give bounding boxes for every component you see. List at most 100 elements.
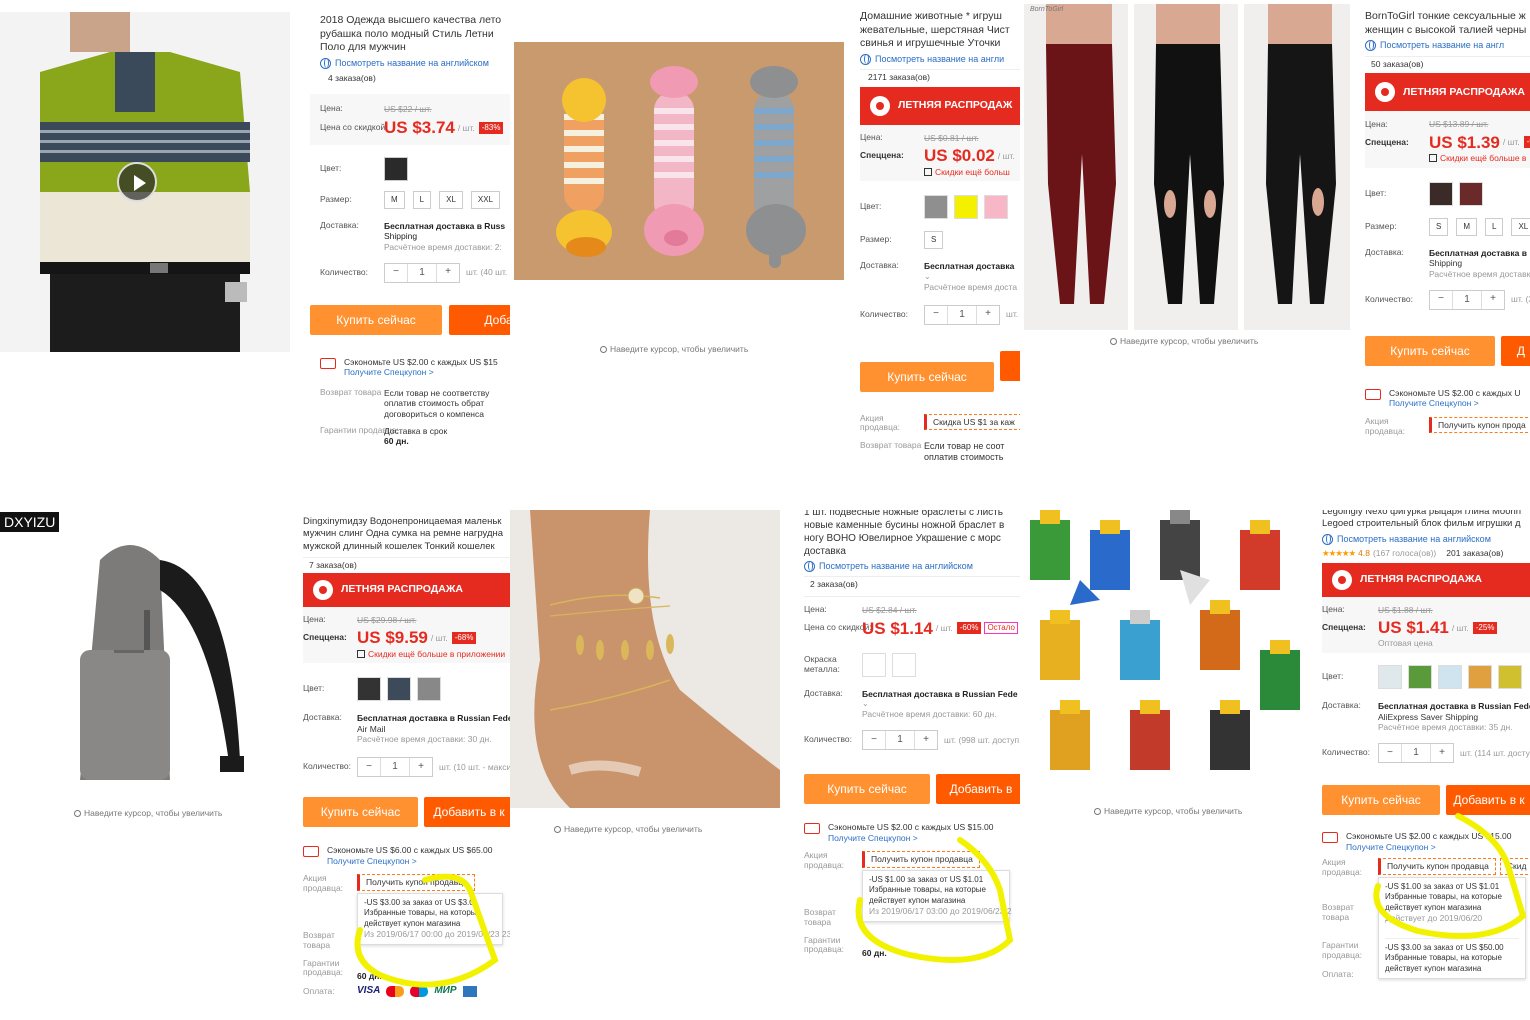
minus-icon[interactable]: −: [358, 761, 380, 774]
get-coupon-link[interactable]: Получите Спецкупон >: [344, 367, 498, 378]
english-title-link[interactable]: Посмотреть название на англ: [1365, 40, 1530, 52]
buy-now-button[interactable]: Купить сейчас: [860, 361, 994, 392]
add-to-cart-button[interactable]: Доба: [448, 304, 510, 335]
delivery-method[interactable]: AliExpress Saver Shipping: [1378, 712, 1530, 723]
plus-icon[interactable]: +: [915, 734, 937, 747]
minus-icon[interactable]: −: [1430, 293, 1452, 306]
add-to-cart-button[interactable]: Добавить в к: [1446, 784, 1530, 815]
get-coupon-link[interactable]: Получите Спецкупон >: [828, 833, 994, 844]
variant-swatch[interactable]: [1498, 665, 1522, 690]
get-coupon-link[interactable]: Получите Спецкупон >: [327, 856, 493, 867]
color-swatch[interactable]: [384, 156, 408, 181]
product-image-anklet[interactable]: [510, 510, 780, 808]
app-discount-note[interactable]: Скидки ещё больш: [924, 167, 1020, 178]
chevron-down-icon[interactable]: ⌄: [862, 699, 1018, 709]
minus-icon[interactable]: −: [863, 734, 885, 747]
color-swatch-pink[interactable]: [984, 195, 1008, 220]
quantity-value[interactable]: 1: [407, 263, 437, 282]
variant-swatch[interactable]: [1438, 665, 1462, 690]
size-option[interactable]: S: [1429, 217, 1449, 236]
size-option[interactable]: L: [1485, 217, 1504, 236]
plus-icon[interactable]: +: [977, 308, 999, 321]
add-to-cart-button[interactable]: Добавить в к: [424, 797, 510, 828]
add-to-cart-button[interactable]: Д: [1501, 335, 1530, 366]
promo-badge[interactable]: Получить купон прода: [1429, 416, 1530, 434]
app-discount-note[interactable]: Скидки ещё больше в приложении: [357, 649, 510, 660]
chevron-down-icon[interactable]: ⌄: [924, 272, 1017, 282]
promo-badge[interactable]: Получить купон продавца: [1378, 858, 1496, 875]
product-image-lego[interactable]: [1020, 510, 1310, 800]
product-image-toys[interactable]: [514, 42, 844, 280]
get-coupon-link[interactable]: Получите Спецкупон >: [1346, 842, 1512, 853]
minus-icon[interactable]: −: [925, 308, 947, 321]
quantity-stepper[interactable]: −1 +: [1429, 289, 1505, 310]
votes-count[interactable]: (167 голоса(ов)): [1373, 548, 1436, 559]
plus-icon[interactable]: +: [1431, 747, 1453, 760]
variant-swatch[interactable]: [1378, 665, 1402, 690]
color-swatch-navy[interactable]: [387, 677, 411, 702]
buy-now-button[interactable]: Купить сейчас: [303, 797, 418, 828]
metal-swatch-silver[interactable]: [892, 652, 916, 677]
size-option[interactable]: M: [1456, 217, 1478, 236]
wholesale-price-link[interactable]: Оптовая цена: [1378, 638, 1530, 649]
buy-now-button[interactable]: Купить сейчас: [1322, 784, 1440, 815]
buy-now-button[interactable]: Купить сейчас: [310, 304, 442, 335]
promo-badge-extra[interactable]: Скид: [1499, 858, 1530, 875]
buy-now-button[interactable]: Купить сейчас: [1365, 335, 1495, 366]
plus-icon[interactable]: +: [1482, 293, 1504, 306]
size-option[interactable]: M: [384, 190, 405, 209]
minus-icon[interactable]: −: [1379, 747, 1401, 760]
buy-now-button[interactable]: Купить сейчас: [804, 774, 930, 804]
quantity-value[interactable]: 1: [1452, 290, 1482, 309]
color-swatch-black[interactable]: [1429, 181, 1453, 206]
size-option[interactable]: L: [412, 190, 432, 209]
coupon-offer: Сэкономьте US $6.00 с каждых US $65.00 По…: [303, 845, 510, 866]
delivery-method[interactable]: Shipping: [1429, 258, 1530, 269]
add-to-cart-button[interactable]: [1000, 350, 1020, 381]
quantity-stepper[interactable]: −1 +: [924, 304, 1000, 325]
english-title-link[interactable]: Посмотреть название на английском: [804, 561, 1020, 573]
play-button[interactable]: [117, 162, 157, 202]
color-swatch-burgundy[interactable]: [1459, 181, 1483, 206]
variant-swatch[interactable]: [1468, 665, 1492, 690]
quantity-stepper[interactable]: −1 +: [357, 757, 433, 778]
product-image-leggings[interactable]: BornToGirl: [1024, 4, 1350, 330]
size-option[interactable]: XL: [439, 190, 463, 209]
quantity-value[interactable]: 1: [947, 305, 977, 324]
color-swatch-yellow[interactable]: [954, 195, 978, 220]
color-swatch-grey[interactable]: [417, 677, 441, 702]
english-title-link[interactable]: Посмотреть название на англи: [860, 54, 1020, 66]
quantity-value[interactable]: 1: [1401, 743, 1431, 762]
amex-icon: [462, 986, 477, 998]
promo-badge[interactable]: Получить купон продавца: [357, 874, 475, 891]
return-label: Возврат товара: [320, 386, 382, 397]
english-title-link[interactable]: Посмотреть название на английском: [1322, 534, 1530, 545]
quantity-value[interactable]: 1: [380, 758, 410, 777]
promo-badge[interactable]: Скидка US $1 за каж: [924, 413, 1020, 431]
quantity-value[interactable]: 1: [885, 731, 915, 749]
product-image-bag[interactable]: [60, 530, 260, 800]
plus-icon[interactable]: +: [410, 761, 432, 774]
delivery-method[interactable]: Air Mail: [357, 724, 510, 735]
app-discount-note[interactable]: Скидки ещё больше в: [1429, 153, 1530, 164]
product-image-polo[interactable]: [0, 12, 290, 352]
metal-swatch-gold[interactable]: [862, 652, 886, 677]
quantity-stepper[interactable]: −1 +: [862, 730, 938, 750]
delivery-method[interactable]: Shipping: [384, 231, 505, 242]
quantity-stepper[interactable]: −1 +: [1378, 742, 1454, 763]
add-to-cart-button[interactable]: Добавить в: [936, 774, 1020, 804]
minus-icon[interactable]: −: [385, 266, 407, 279]
color-swatch-black[interactable]: [357, 677, 381, 702]
get-coupon-link[interactable]: Получите Спецкупон >: [1389, 398, 1520, 409]
variant-swatch[interactable]: [1408, 665, 1432, 690]
promo-badge[interactable]: Получить купон продавца: [862, 851, 980, 868]
app-note-text: Скидки ещё больше в: [1440, 153, 1527, 164]
size-option[interactable]: XL: [1511, 217, 1530, 236]
color-swatch-grey[interactable]: [924, 195, 948, 220]
size-option[interactable]: S: [924, 231, 944, 250]
sale-title: ЛЕТНЯЯ РАСПРОДАЖА: [1360, 573, 1482, 585]
english-title-link[interactable]: Посмотреть название на английском: [320, 58, 510, 70]
quantity-stepper[interactable]: −1 +: [384, 262, 460, 283]
size-option[interactable]: XXL: [470, 190, 501, 209]
plus-icon[interactable]: +: [437, 266, 459, 279]
